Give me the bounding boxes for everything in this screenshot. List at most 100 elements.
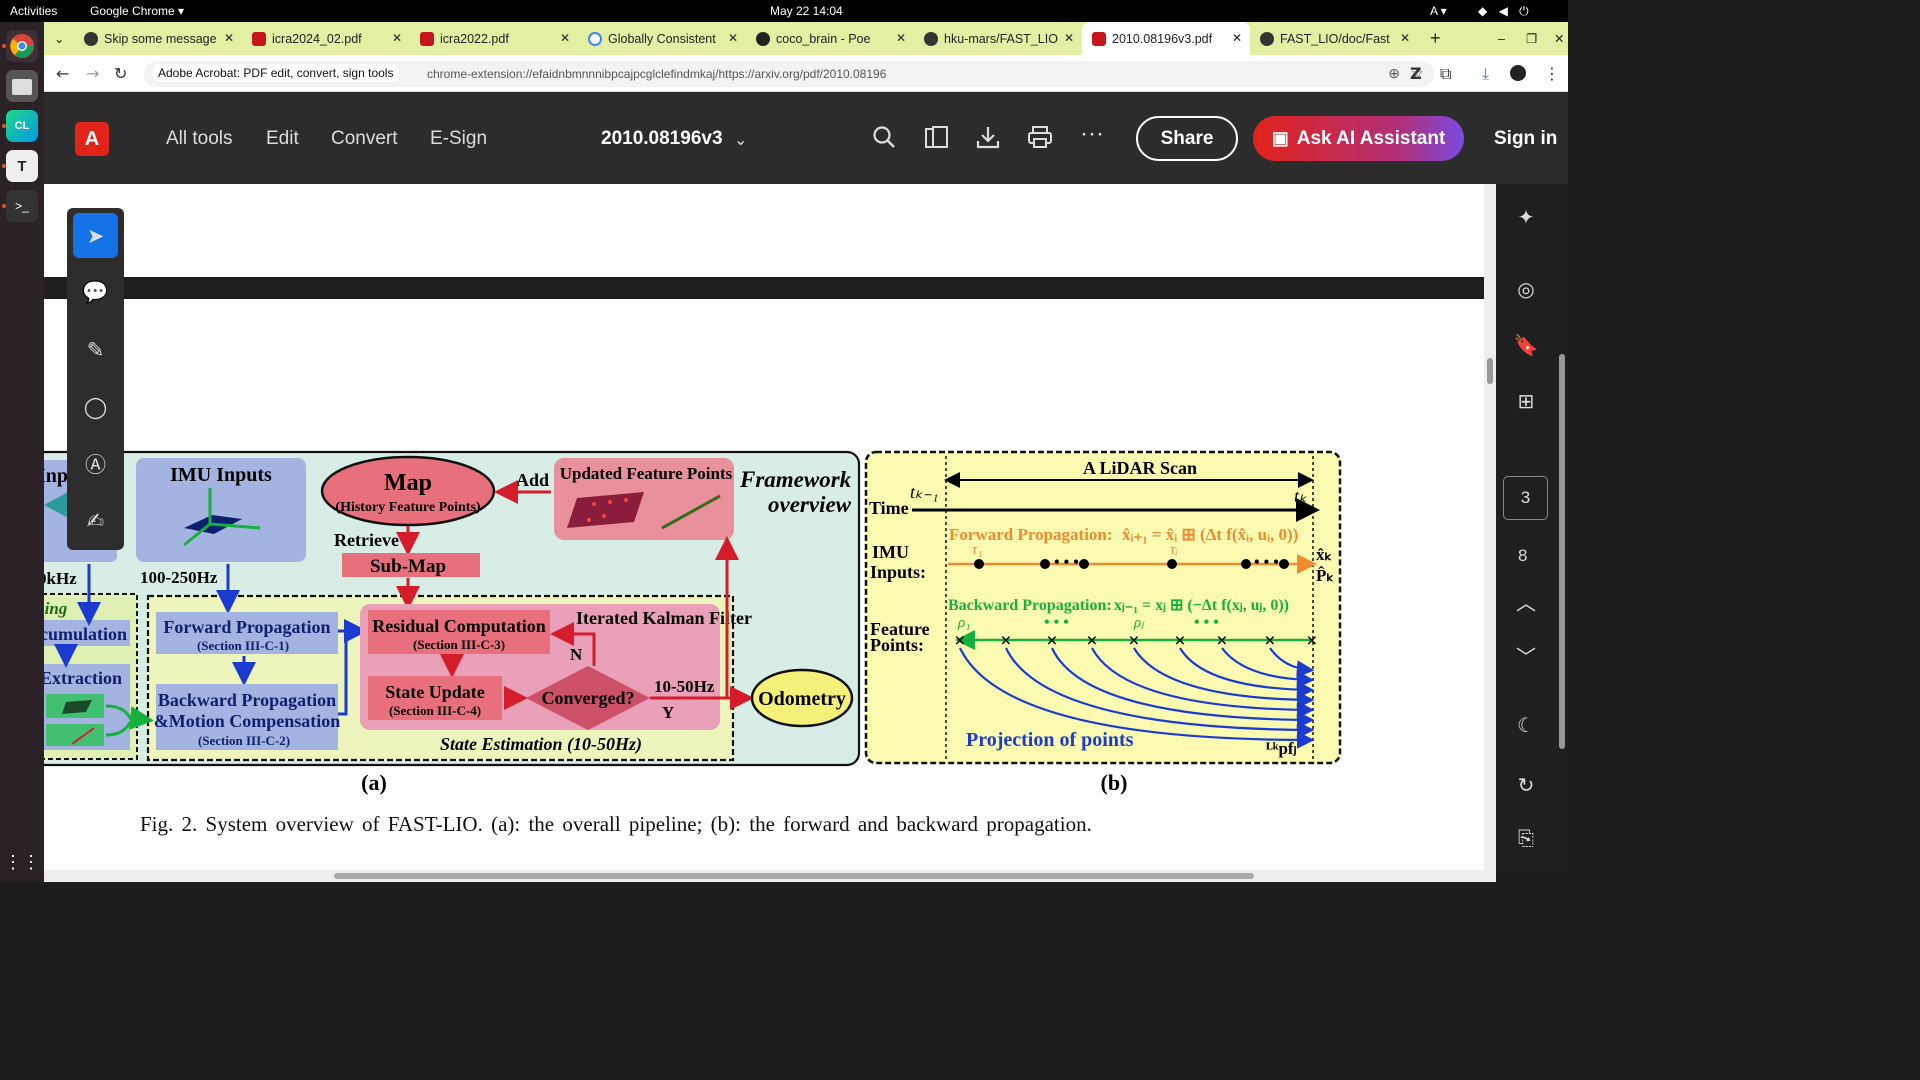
figure-2: Inp 0kHz sing cumulation Extraction IMU … <box>44 450 1342 795</box>
omnibox[interactable]: Adobe Acrobat: PDF edit, convert, sign t… <box>144 61 1434 87</box>
site-info-chip[interactable]: Adobe Acrobat: PDF edit, convert, sign t… <box>152 64 400 82</box>
chevron-down-icon[interactable]: ﹀ <box>1509 638 1543 672</box>
profile-avatar[interactable] <box>1510 65 1526 81</box>
svg-text:(Section III-C-2): (Section III-C-2) <box>198 733 290 748</box>
menu-all-tools[interactable]: All tools <box>166 128 233 150</box>
menu-convert[interactable]: Convert <box>331 128 398 150</box>
scrollbar-thumb[interactable] <box>1487 358 1493 384</box>
dock: CL T >_ ⋮⋮ <box>0 22 44 882</box>
tab[interactable]: Skip some message ✕ <box>74 22 242 55</box>
svg-text:sing: sing <box>44 599 68 618</box>
document-scrollbar[interactable] <box>1484 184 1496 870</box>
dark-mode-icon[interactable]: ☾ <box>1509 708 1543 742</box>
svg-text:IMU: IMU <box>872 542 909 562</box>
pdf-viewer[interactable]: Inp 0kHz sing cumulation Extraction IMU … <box>44 184 1484 870</box>
extensions-icon[interactable]: ⧉ <box>1440 64 1451 84</box>
select-cursor-icon[interactable]: ➤ <box>73 213 118 258</box>
ask-ai-assistant-button[interactable]: ▣ Ask AI Assistant <box>1253 116 1464 161</box>
text-select-icon[interactable]: Ⓐ <box>73 441 118 486</box>
download-icon[interactable]: ⤓ <box>1482 64 1489 84</box>
close-icon[interactable]: ✕ <box>896 31 906 45</box>
print-icon[interactable] <box>1027 125 1053 155</box>
tab[interactable]: coco_brain - Poe ✕ <box>746 22 914 55</box>
tab[interactable]: hku-mars/FAST_LIO ✕ <box>914 22 1082 55</box>
page-scrollbar[interactable] <box>1556 184 1568 870</box>
terminal-icon[interactable]: >_ <box>6 190 38 222</box>
acrobat-logo-icon[interactable]: A <box>75 122 109 156</box>
close-icon[interactable]: ✕ <box>392 31 402 45</box>
scrollbar-thumb[interactable] <box>1559 354 1565 749</box>
tab-active[interactable]: 2010.08196v3.pdf ✕ <box>1082 22 1250 55</box>
clion-icon[interactable]: CL <box>6 110 38 142</box>
current-page-input[interactable]: 3 <box>1503 476 1548 520</box>
svg-text:(Section III-C-4): (Section III-C-4) <box>389 703 481 718</box>
github-icon <box>84 31 98 46</box>
svg-text:overview: overview <box>768 492 852 517</box>
sign-icon[interactable]: ✍ <box>73 498 118 543</box>
input-method[interactable]: A ▾ <box>1430 4 1447 18</box>
zotero-icon[interactable]: Z <box>1410 64 1422 83</box>
svg-text:Y: Y <box>662 703 674 722</box>
highlight-pen-icon[interactable]: ✎ <box>73 327 118 372</box>
horizontal-scrollbar[interactable] <box>44 870 1496 882</box>
export-icon[interactable]: ⎘ <box>1509 822 1543 856</box>
svg-text:Forward Propagation: Forward Propagation <box>163 617 330 637</box>
document-name[interactable]: 2010.08196v3 <box>601 128 723 150</box>
github-icon <box>1260 31 1274 46</box>
rotate-icon[interactable]: ↻ <box>1509 768 1543 802</box>
zoom-icon[interactable]: ⊕ <box>1388 65 1400 82</box>
close-icon[interactable]: ✕ <box>224 31 234 45</box>
svg-text:(Section III-C-3): (Section III-C-3) <box>413 637 505 652</box>
thumbnails-icon[interactable]: ⊞ <box>1509 384 1543 418</box>
draw-lasso-icon[interactable]: ◯ <box>73 384 118 429</box>
url-text[interactable]: chrome-extension://efaidnbmnnnibpcajpcgl… <box>427 67 886 81</box>
chrome-icon[interactable] <box>6 30 38 62</box>
activities-button[interactable]: Activities <box>10 4 57 18</box>
close-icon[interactable]: ✕ <box>560 31 570 45</box>
restore-button[interactable]: ❐ <box>1516 22 1540 55</box>
page-layout-icon[interactable] <box>924 125 950 155</box>
app-menu[interactable]: Google Chrome ▾ <box>90 4 184 18</box>
minimize-button[interactable]: – <box>1488 22 1512 55</box>
search-icon[interactable] <box>872 125 896 155</box>
tab[interactable]: FAST_LIO/doc/Fast ✕ <box>1250 22 1418 55</box>
close-icon[interactable]: ✕ <box>728 31 738 45</box>
pdf-icon <box>252 31 266 46</box>
close-icon[interactable]: ✕ <box>1064 31 1074 45</box>
window-close-button[interactable]: ✕ <box>1544 22 1568 55</box>
text-editor-icon[interactable]: T <box>6 150 38 182</box>
tab-search-button[interactable]: ⌄ <box>48 22 74 55</box>
new-tab-button[interactable]: + <box>1420 22 1446 55</box>
ai-generate-icon[interactable]: ✦ <box>1509 200 1543 234</box>
comments-icon[interactable]: ◎ <box>1509 272 1543 306</box>
close-icon[interactable]: ✕ <box>1232 31 1242 45</box>
svg-text:Updated Feature Points: Updated Feature Points <box>560 464 733 483</box>
back-icon[interactable]: ← <box>56 64 69 83</box>
svg-text:xⱼ₋₁ = xⱼ ⊞ (−Δt f(xⱼ, uⱼ, 0)): xⱼ₋₁ = xⱼ ⊞ (−Δt f(xⱼ, uⱼ, 0)) <box>1114 597 1289 614</box>
sign-in-link[interactable]: Sign in <box>1494 128 1557 150</box>
reload-icon[interactable]: ↻ <box>114 64 127 83</box>
menu-edit[interactable]: Edit <box>266 128 299 150</box>
forward-icon[interactable]: → <box>86 64 99 83</box>
files-icon[interactable] <box>6 70 38 102</box>
chevron-up-icon[interactable]: ︿ <box>1509 584 1543 618</box>
tab[interactable]: icra2022.pdf ✕ <box>410 22 578 55</box>
figure-caption: Fig. 2. System overview of FAST-LIO. (a)… <box>140 812 1092 836</box>
chrome-menu-icon[interactable]: ⋮ <box>1544 64 1560 83</box>
close-icon[interactable]: ✕ <box>1400 31 1410 45</box>
bookmarks-icon[interactable]: 🔖 <box>1509 328 1543 362</box>
tab[interactable]: Globally Consistent ✕ <box>578 22 746 55</box>
comment-icon[interactable]: 💬 <box>73 270 118 315</box>
share-button[interactable]: Share <box>1136 116 1238 161</box>
svg-text:Converged?: Converged? <box>542 688 635 708</box>
app-grid-icon[interactable]: ⋮⋮ <box>4 846 40 878</box>
system-tray-icons[interactable]: ◆ ◀ ⏻ <box>1478 4 1533 19</box>
menu-esign[interactable]: E-Sign <box>430 128 487 150</box>
scrollbar-thumb[interactable] <box>334 873 1254 879</box>
svg-text:Backward Propagation: Backward Propagation <box>158 690 336 710</box>
clock[interactable]: May 22 14:04 <box>770 4 843 18</box>
more-options-icon[interactable]: ··· <box>1080 120 1104 148</box>
download-icon[interactable] <box>976 125 1000 155</box>
tab[interactable]: icra2024_02.pdf ✕ <box>242 22 410 55</box>
chevron-down-icon[interactable]: ⌄ <box>734 130 747 150</box>
